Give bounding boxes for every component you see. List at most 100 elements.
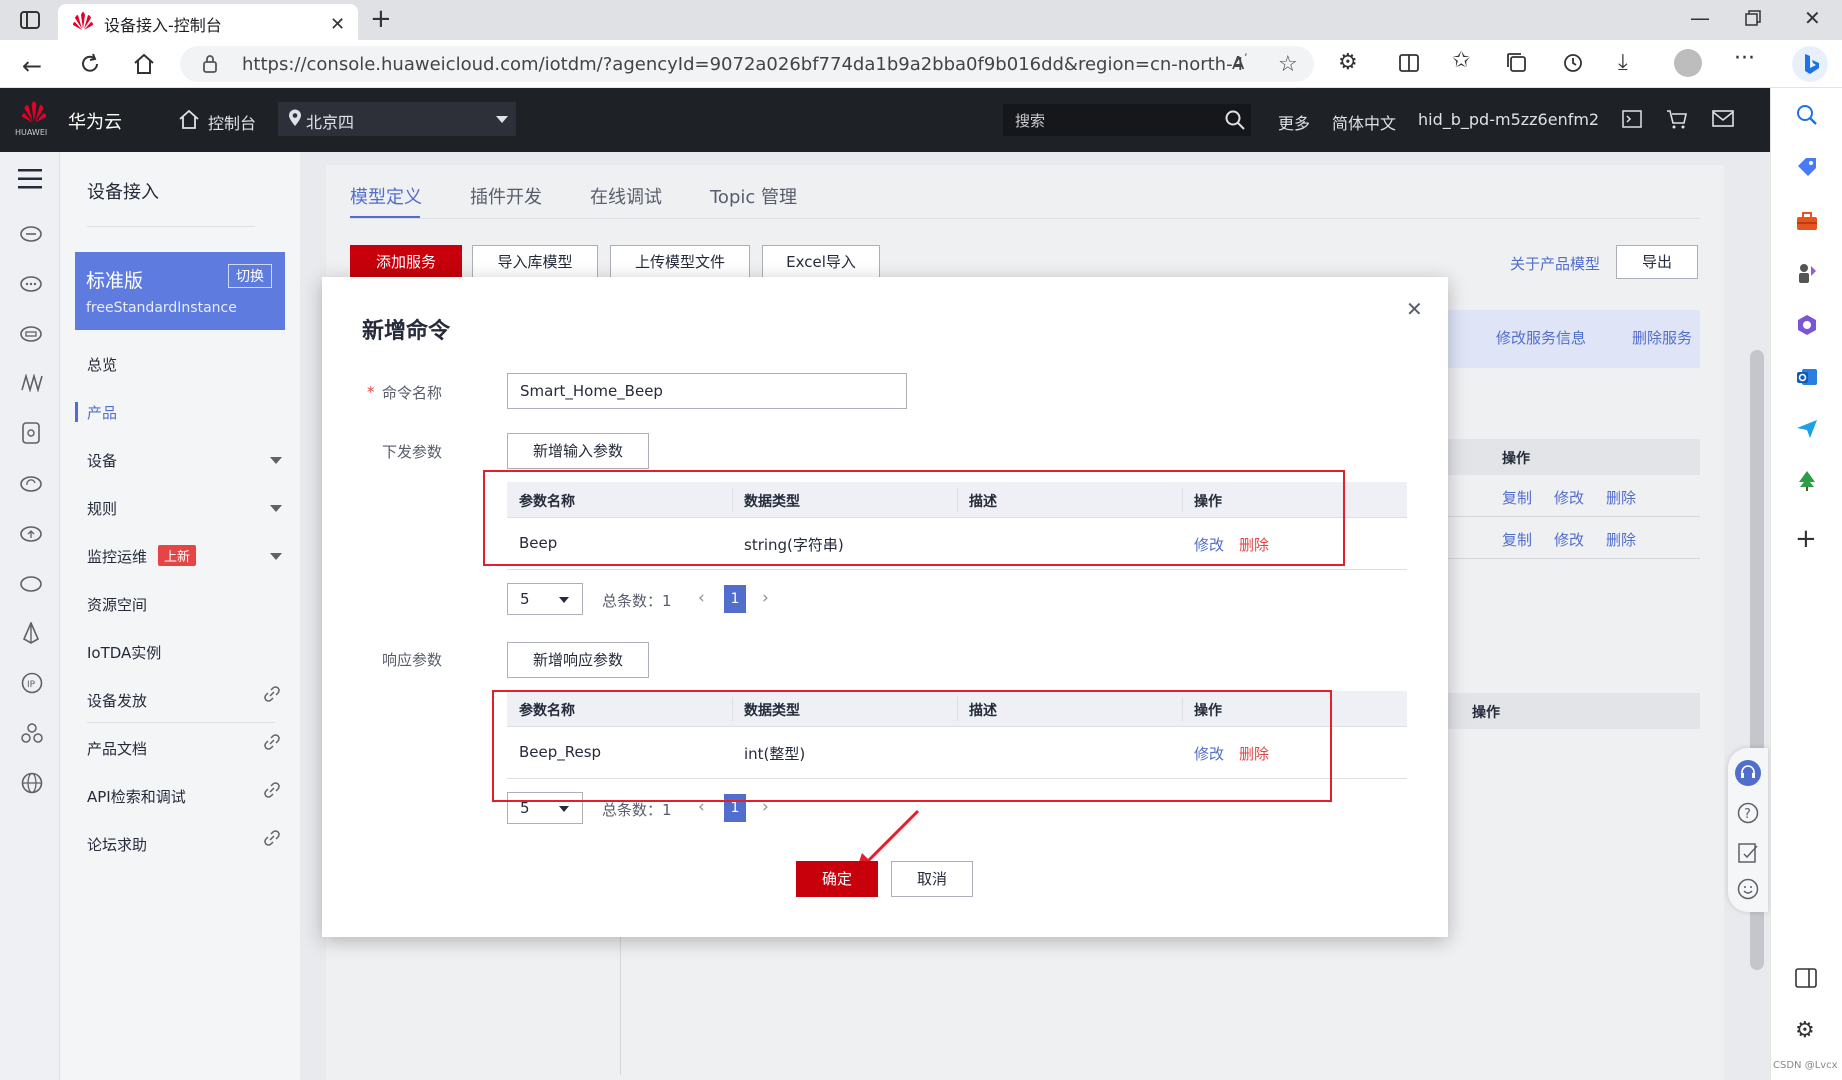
outlook-icon[interactable] bbox=[1796, 366, 1818, 388]
lock-icon[interactable] bbox=[202, 54, 218, 74]
deploy-icon[interactable] bbox=[22, 622, 40, 644]
ip-icon[interactable]: IP bbox=[21, 672, 43, 694]
search-input[interactable]: 搜索 bbox=[1003, 104, 1251, 136]
search-icon[interactable] bbox=[1796, 104, 1818, 126]
shopping-tag-icon[interactable] bbox=[1796, 156, 1818, 178]
add-input-param-button[interactable]: 新增输入参数 bbox=[507, 433, 649, 469]
network-icon[interactable] bbox=[20, 374, 44, 392]
more-link[interactable]: 更多 bbox=[1278, 110, 1310, 134]
url-field[interactable]: https://console.huaweicloud.com/iotdm/?a… bbox=[180, 46, 1314, 82]
new-tab-icon[interactable]: + bbox=[370, 4, 392, 34]
external-link-icon[interactable] bbox=[264, 830, 280, 846]
prev-page-icon[interactable]: ‹ bbox=[698, 588, 705, 608]
add-service-button[interactable]: 添加服务 bbox=[350, 245, 462, 279]
feedback-icon[interactable] bbox=[1737, 842, 1759, 864]
edition-card[interactable]: 标准版 切换 freeStandardInstance bbox=[75, 252, 285, 330]
tab-actions-icon[interactable] bbox=[20, 11, 40, 29]
read-aloud-icon[interactable]: Aʹ bbox=[1232, 52, 1247, 74]
menu-item-device[interactable]: 设备 bbox=[87, 450, 117, 471]
external-link-icon[interactable] bbox=[264, 686, 280, 702]
database-icon[interactable] bbox=[22, 422, 40, 444]
collections-icon[interactable] bbox=[1506, 52, 1528, 74]
menu-item-rules[interactable]: 规则 bbox=[87, 498, 117, 519]
cloud-icon[interactable] bbox=[20, 574, 42, 592]
cloud-storage-icon[interactable] bbox=[20, 324, 42, 342]
history-icon[interactable] bbox=[1562, 52, 1584, 74]
profile-avatar[interactable] bbox=[1674, 49, 1702, 77]
games-icon[interactable] bbox=[1796, 262, 1818, 284]
menu-item-resource-space[interactable]: 资源空间 bbox=[87, 594, 147, 615]
menu-item-forum[interactable]: 论坛求助 bbox=[87, 834, 147, 855]
excel-import-button[interactable]: Excel导入 bbox=[762, 245, 880, 279]
page-number-current[interactable]: 1 bbox=[724, 585, 746, 613]
menu-item-device-provisioning[interactable]: 设备发放 bbox=[87, 690, 147, 711]
add-favorite-icon[interactable]: ☆ bbox=[1278, 52, 1298, 77]
huawei-brand-logo-icon[interactable] bbox=[18, 100, 50, 124]
brand-name[interactable]: 华为云 bbox=[68, 108, 122, 134]
cloud-dots-icon[interactable] bbox=[20, 274, 42, 292]
delete-link[interactable]: 删除 bbox=[1606, 487, 1636, 508]
tab-model-definition[interactable]: 模型定义 bbox=[350, 183, 422, 209]
cancel-button[interactable]: 取消 bbox=[891, 861, 973, 897]
next-page-icon[interactable]: › bbox=[762, 588, 769, 608]
language-link[interactable]: 简体中文 bbox=[1332, 110, 1396, 134]
close-dialog-icon[interactable]: ✕ bbox=[1406, 297, 1423, 321]
chevron-down-icon[interactable] bbox=[270, 457, 282, 464]
command-name-input[interactable]: Smart_Home_Beep bbox=[507, 373, 907, 409]
menu-item-product[interactable]: 产品 bbox=[87, 402, 117, 423]
send-icon[interactable] bbox=[1796, 418, 1818, 440]
copy-link[interactable]: 复制 bbox=[1502, 529, 1532, 550]
copy-link[interactable]: 复制 bbox=[1502, 487, 1532, 508]
close-tab-icon[interactable]: ✕ bbox=[330, 14, 345, 35]
restore-icon[interactable] bbox=[1745, 10, 1761, 26]
username-link[interactable]: hid_b_pd-m5zz6enfm2 bbox=[1418, 110, 1599, 129]
console-link[interactable]: 控制台 bbox=[208, 110, 256, 134]
external-link-icon[interactable] bbox=[264, 734, 280, 750]
menu-item-iotda-instance[interactable]: IoTDA实例 bbox=[87, 642, 161, 663]
minimize-icon[interactable]: — bbox=[1690, 6, 1710, 30]
search-icon[interactable] bbox=[1225, 110, 1245, 130]
add-sidebar-app-icon[interactable]: + bbox=[1795, 524, 1817, 554]
upload-model-file-button[interactable]: 上传模型文件 bbox=[610, 245, 750, 279]
browser-tab[interactable]: 设备接入-控制台 ✕ bbox=[58, 4, 358, 40]
page-size-select[interactable]: 5 bbox=[507, 583, 583, 615]
about-product-model-link[interactable]: 关于产品模型 bbox=[1510, 253, 1600, 274]
terminal-icon[interactable] bbox=[1622, 110, 1642, 128]
favorites-icon[interactable]: ✩ bbox=[1452, 48, 1470, 73]
cart-icon[interactable] bbox=[1666, 109, 1688, 129]
home-console-icon[interactable] bbox=[178, 108, 200, 130]
tree-icon[interactable] bbox=[1796, 470, 1818, 492]
smiley-icon[interactable] bbox=[1737, 878, 1759, 900]
cloud-sync-icon[interactable] bbox=[20, 474, 42, 492]
settings-gear-icon[interactable]: ⚙ bbox=[1795, 1018, 1815, 1043]
download-icon[interactable]: ⤓ bbox=[1618, 50, 1628, 75]
bing-chat-icon[interactable] bbox=[1792, 46, 1828, 82]
chevron-down-icon[interactable] bbox=[270, 553, 282, 560]
tab-plugin-dev[interactable]: 插件开发 bbox=[470, 183, 542, 209]
cluster-icon[interactable] bbox=[21, 722, 43, 744]
modify-link[interactable]: 修改 bbox=[1554, 487, 1584, 508]
delete-service-link[interactable]: 删除服务 bbox=[1632, 327, 1692, 348]
menu-item-overview[interactable]: 总览 bbox=[87, 354, 117, 375]
office-icon[interactable] bbox=[1796, 314, 1818, 336]
export-button[interactable]: 导出 bbox=[1616, 245, 1698, 279]
close-window-icon[interactable]: ✕ bbox=[1804, 6, 1821, 30]
back-icon[interactable]: ← bbox=[22, 52, 42, 80]
cloud-upload-icon[interactable] bbox=[20, 524, 42, 542]
edition-switch-button[interactable]: 切换 bbox=[228, 264, 272, 288]
add-response-param-button[interactable]: 新增响应参数 bbox=[507, 642, 649, 678]
globe-icon[interactable] bbox=[21, 772, 43, 794]
split-screen-icon[interactable] bbox=[1398, 52, 1420, 74]
help-icon[interactable]: ? bbox=[1737, 802, 1759, 824]
region-select[interactable]: 北京四 bbox=[278, 102, 516, 136]
more-menu-icon[interactable]: ··· bbox=[1734, 46, 1755, 71]
toolbox-icon[interactable] bbox=[1796, 210, 1818, 232]
delete-link[interactable]: 删除 bbox=[1606, 529, 1636, 550]
message-icon[interactable] bbox=[1712, 110, 1734, 128]
tab-online-debug[interactable]: 在线调试 bbox=[590, 183, 662, 209]
hamburger-menu-icon[interactable] bbox=[18, 168, 42, 190]
menu-item-monitoring[interactable]: 监控运维 bbox=[87, 546, 147, 567]
modify-service-link[interactable]: 修改服务信息 bbox=[1496, 327, 1586, 348]
tab-topic-management[interactable]: Topic 管理 bbox=[710, 183, 797, 209]
menu-item-product-docs[interactable]: 产品文档 bbox=[87, 738, 147, 759]
